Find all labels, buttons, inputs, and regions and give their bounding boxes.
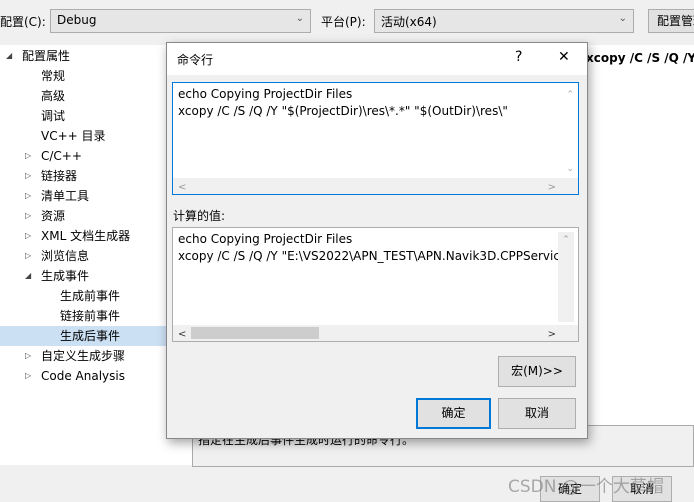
chevron-down-icon: ⌄ — [295, 13, 304, 24]
expanded-arrow-icon[interactable]: ◢ — [25, 266, 31, 286]
platform-value: 活动(x64) — [381, 15, 437, 29]
collapsed-arrow-icon[interactable]: ▷ — [25, 146, 31, 166]
watermark: CSDN @一个大草帽 — [508, 477, 664, 497]
collapsed-arrow-icon[interactable]: ▷ — [25, 186, 31, 206]
platform-label: 平台(P): — [321, 15, 366, 29]
collapsed-arrow-icon[interactable]: ▷ — [25, 366, 31, 386]
horizontal-scrollbar[interactable]: < > — [173, 178, 578, 194]
command-text: echo Copying ProjectDir Files xcopy /C /… — [178, 87, 508, 118]
collapsed-arrow-icon[interactable]: ▷ — [25, 226, 31, 246]
tree-item-label: 生成事件 — [41, 269, 90, 283]
tree-item-label: 常规 — [41, 69, 66, 83]
scroll-up-icon[interactable]: ⌃ — [566, 87, 574, 104]
expanded-arrow-icon[interactable]: ◢ — [6, 46, 12, 66]
property-value[interactable]: xcopy /C /S /Q /Y — [586, 51, 694, 65]
config-value: Debug — [57, 13, 97, 27]
chevron-down-icon: ⌄ — [618, 13, 627, 24]
config-dropdown[interactable]: Debug ⌄ — [50, 9, 311, 33]
dialog-titlebar: 命令行 ? ✕ — [167, 43, 587, 75]
tree-item-label: 调试 — [41, 109, 66, 123]
help-icon[interactable]: ? — [515, 49, 522, 65]
dialog-title: 命令行 — [177, 53, 214, 67]
tree-item-label: 浏览信息 — [41, 249, 90, 263]
tree-item-label: 生成前事件 — [60, 289, 121, 303]
tree-item-label: 生成后事件 — [60, 329, 121, 343]
config-manager-button[interactable]: 配置管理器 — [648, 9, 694, 33]
tree-item-label: 链接器 — [41, 169, 78, 183]
tree-item-label: 清单工具 — [41, 189, 90, 203]
tree-item-label: 资源 — [41, 209, 66, 223]
command-textarea[interactable]: echo Copying ProjectDir Files xcopy /C /… — [172, 82, 579, 195]
tree-item-label: C/C++ — [41, 149, 82, 163]
property-tree: ◢ 配置属性常规高级调试 VC++ 目录 ▷ C/C++ ▷ 链接器 ▷ 清单工具 ▷ 资源 ▷ XML… — [0, 45, 192, 465]
tree-item-label: 链接前事件 — [60, 309, 121, 323]
tree-item[interactable]: 生成后事件 — [0, 326, 192, 346]
config-label: 配置(C): — [0, 15, 46, 29]
ok-button[interactable]: 确定 — [416, 398, 491, 429]
collapsed-arrow-icon[interactable]: ▷ — [25, 346, 31, 366]
collapsed-arrow-icon[interactable]: ▷ — [25, 166, 31, 186]
scroll-down-icon[interactable]: ⌄ — [566, 161, 574, 178]
scrollbar-thumb[interactable] — [191, 327, 319, 339]
vertical-scrollbar[interactable]: ⌃ — [558, 232, 574, 322]
platform-dropdown[interactable]: 活动(x64) ⌄ — [374, 9, 634, 33]
collapsed-arrow-icon[interactable]: ▷ — [25, 246, 31, 266]
tree-item-label: XML 文档生成器 — [41, 229, 131, 243]
tree-item-label: VC++ 目录 — [41, 129, 106, 143]
evaluated-text: echo Copying ProjectDir Files xcopy /C /… — [178, 232, 568, 263]
evaluated-label: 计算的值: — [173, 209, 226, 223]
tree-item-label: 配置属性 — [22, 49, 71, 63]
cancel-button[interactable]: 取消 — [498, 398, 576, 429]
collapsed-arrow-icon[interactable]: ▷ — [25, 206, 31, 226]
horizontal-scrollbar[interactable]: < > — [173, 325, 578, 341]
tree-item-label: 高级 — [41, 89, 66, 103]
close-icon[interactable]: ✕ — [558, 49, 570, 65]
evaluated-textbox: echo Copying ProjectDir Files xcopy /C /… — [172, 227, 579, 342]
command-line-dialog: 命令行 ? ✕ echo Copying ProjectDir Files xc… — [166, 42, 588, 439]
tree-item-label: Code Analysis — [41, 369, 125, 383]
tree-item-label: 自定义生成步骤 — [41, 349, 126, 363]
macros-button[interactable]: 宏(M)>> — [498, 356, 576, 387]
